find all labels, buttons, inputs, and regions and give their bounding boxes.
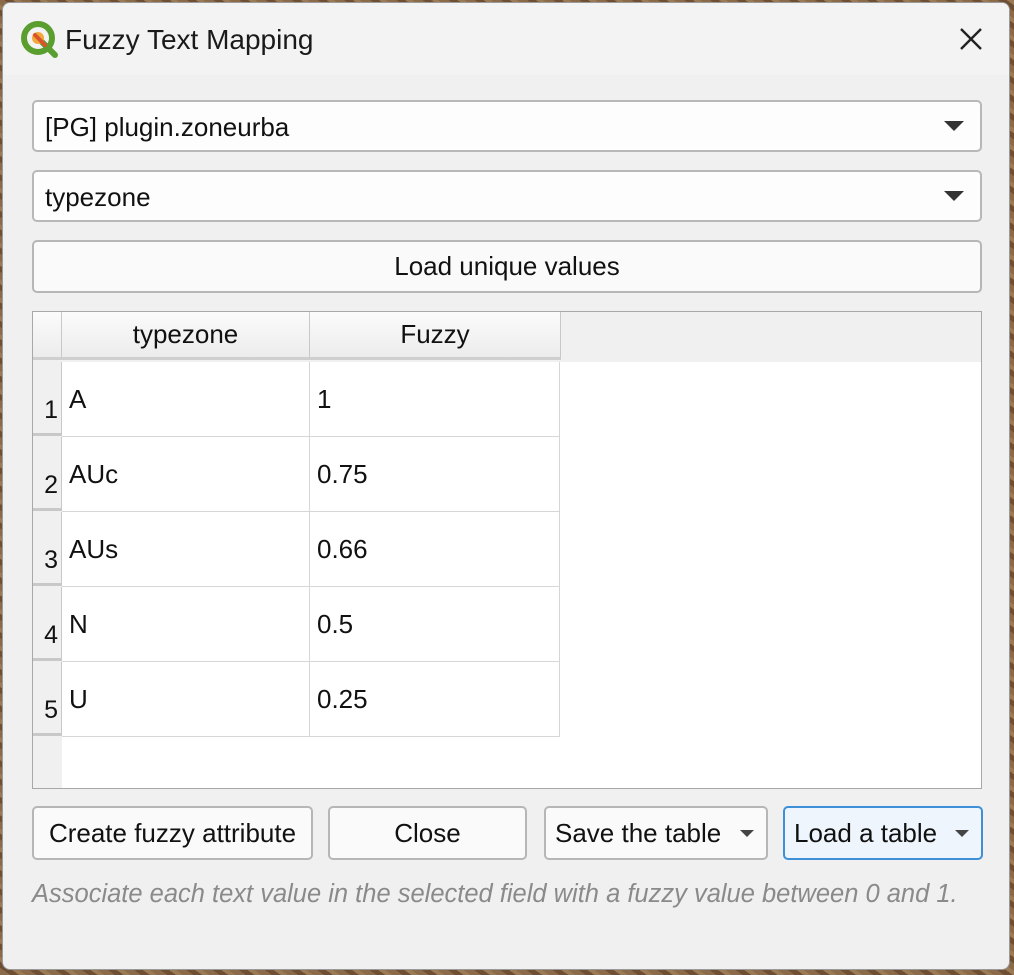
window-title: Fuzzy Text Mapping (65, 24, 314, 55)
table-cell-value[interactable]: U (62, 662, 310, 737)
load-table-button[interactable]: Load a table (783, 806, 983, 860)
save-table-label: Save the table (555, 817, 722, 848)
row-header[interactable]: 2 (33, 437, 62, 511)
load-unique-values-button[interactable]: Load unique values (32, 240, 982, 293)
load-table-label: Load a table (794, 817, 938, 848)
dropdown-arrow-icon (955, 830, 969, 837)
layer-select-value: [PG] plugin.zoneurba (45, 112, 290, 142)
fuzzy-text-mapping-dialog: Fuzzy Text Mapping [PG] plugin.zoneurba … (2, 2, 1010, 970)
table-cell-fuzzy[interactable]: 1 (310, 362, 560, 437)
column-header-typezone[interactable]: typezone (62, 312, 310, 360)
chevron-down-icon (944, 121, 964, 131)
dropdown-arrow-icon (740, 830, 754, 837)
table-corner[interactable] (33, 312, 62, 360)
column-header-fuzzy[interactable]: Fuzzy (310, 312, 561, 360)
chevron-down-icon (944, 191, 964, 201)
row-header[interactable]: 1 (33, 362, 62, 436)
table-cell-value[interactable]: A (62, 362, 310, 437)
qgis-logo-icon (21, 21, 58, 58)
close-button[interactable]: Close (328, 806, 527, 860)
close-icon[interactable] (953, 21, 989, 57)
table-cell-fuzzy[interactable]: 0.75 (310, 437, 560, 512)
field-select[interactable]: typezone (32, 170, 982, 222)
title-bar: Fuzzy Text Mapping (3, 3, 1009, 75)
table-cell-value[interactable]: AUs (62, 512, 310, 587)
save-table-button[interactable]: Save the table (544, 806, 768, 860)
help-text: Associate each text value in the selecte… (32, 880, 958, 908)
table-cell-fuzzy[interactable]: 0.25 (310, 662, 560, 737)
layer-select[interactable]: [PG] plugin.zoneurba (32, 100, 982, 152)
field-select-value: typezone (45, 182, 151, 212)
row-header[interactable]: 4 (33, 587, 62, 661)
row-header[interactable]: 5 (33, 662, 62, 736)
table-cell-value[interactable]: N (62, 587, 310, 662)
table-cell-value[interactable]: AUc (62, 437, 310, 512)
create-fuzzy-attribute-button[interactable]: Create fuzzy attribute (32, 806, 313, 860)
row-header[interactable]: 3 (33, 512, 62, 586)
mapping-table: typezone Fuzzy 1 A 1 2 AUc 0.75 3 AUs 0.… (32, 311, 982, 789)
table-cell-fuzzy[interactable]: 0.66 (310, 512, 560, 587)
table-cell-fuzzy[interactable]: 0.5 (310, 587, 560, 662)
